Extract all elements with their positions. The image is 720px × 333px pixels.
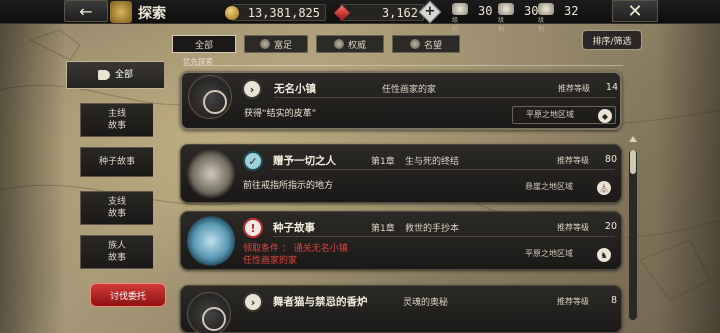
ticket-level-label: 级别: [538, 17, 545, 33]
quest-card[interactable]: ✓ 赠予一切之人 第1章 生与死的终结 推荐等级 80 前往戒指所指示的地方 悬…: [180, 144, 622, 203]
quest-region: 平原之地区域: [526, 110, 574, 119]
quest-subtitle: 救世的手抄本: [405, 224, 460, 234]
shrine-icon: ⛪: [597, 181, 611, 195]
idol-icon: [187, 149, 235, 199]
gem-counter: 3,162: [334, 4, 424, 21]
ticket-icon: [452, 3, 468, 15]
tab-authority[interactable]: 权威: [316, 35, 384, 53]
card-divider: [273, 236, 615, 237]
ticket-value: 30: [478, 4, 493, 18]
sidebar-item-clan-story[interactable]: 族人 故事: [80, 235, 153, 269]
subjugation-quest-button[interactable]: 讨伐委托: [90, 283, 166, 307]
sidebar-item-side-story[interactable]: 支线 故事: [80, 191, 153, 225]
card-divider: [273, 169, 615, 170]
recommended-level-label: 推荐等级: [557, 156, 589, 165]
alert-badge-icon: !: [243, 218, 263, 238]
explore-emblem-icon: [110, 1, 132, 23]
sidebar-item-main-story[interactable]: 主线 故事: [80, 103, 153, 137]
scroll-up-arrow-icon[interactable]: [629, 136, 637, 142]
quest-unlock-condition-detail: 任性画家的家: [243, 256, 298, 266]
fame-icon: [409, 39, 420, 49]
quest-region: 悬崖之地区域: [525, 182, 573, 191]
tab-label: 名望: [423, 40, 442, 51]
recommended-level-label: 推荐等级: [557, 297, 589, 306]
coin-icon: [225, 6, 239, 20]
authority-icon: [333, 39, 344, 49]
ticket-icon: [498, 3, 514, 15]
sidebar-item-label: 族人 故事: [107, 241, 126, 263]
seal-icon: [187, 216, 235, 266]
tab-all[interactable]: 全部: [172, 35, 236, 53]
quest-subtitle: 生与死的终结: [405, 157, 460, 167]
scrollbar-thumb[interactable]: [630, 150, 636, 174]
diamond-marker-icon: ◆: [598, 109, 612, 123]
gold-counter: 13,381,825: [225, 4, 326, 21]
right-vignette: [657, 24, 720, 333]
sidebar-item-seed-story[interactable]: 种子故事: [80, 147, 153, 177]
wealth-icon: [259, 39, 270, 49]
left-vignette: [0, 24, 66, 333]
page-title: 探索: [138, 6, 166, 22]
compass-icon: [187, 292, 231, 333]
quest-subtitle: 灵魂的奥秘: [403, 298, 449, 308]
check-badge-icon: ✓: [243, 151, 263, 171]
ticket-level-label: 级别: [452, 17, 459, 33]
sidebar-item-all[interactable]: 全部: [66, 61, 164, 89]
quest-chapter: 第1章: [371, 224, 395, 234]
tab-wealth[interactable]: 富足: [244, 35, 308, 53]
ticket-value: 32: [564, 4, 579, 18]
pointing-hand-icon: [97, 70, 110, 80]
ticket-level-label: 级别: [498, 17, 505, 33]
tab-label: 权威: [347, 40, 366, 51]
horse-rider-icon: ♞: [597, 248, 611, 262]
close-button[interactable]: ✕: [612, 0, 658, 22]
gold-value: 13,381,825: [247, 5, 320, 20]
quest-name: 种子故事: [273, 222, 315, 234]
quest-card[interactable]: ! 种子故事 第1章 救世的手抄本 推荐等级 20 领取条件 ： 通关无名小镇 …: [180, 211, 622, 270]
close-x-icon: ✕: [627, 0, 643, 22]
sidebar-item-label: 全部: [114, 70, 133, 80]
card-divider: [274, 97, 616, 98]
recommended-level-value: 80: [604, 154, 617, 165]
quest-region: 平原之地区域: [525, 249, 573, 258]
quest-name: 无名小镇: [274, 83, 316, 95]
quest-description: 前往戒指所指示的地方: [243, 181, 334, 191]
quest-subtitle: 任性画家的家: [382, 85, 437, 95]
tab-label: 全部: [194, 40, 213, 51]
quest-description: 获得“结实的皮革”: [244, 109, 317, 119]
ticket-value: 30: [524, 4, 539, 18]
quest-card[interactable]: › 无名小镇 任性画家的家 推荐等级 14 获得“结实的皮革” 平原之地区域 ◆: [180, 71, 622, 130]
arrow-left-icon: ←: [79, 1, 93, 21]
sidebar-item-label: 种子故事: [98, 157, 135, 167]
tab-fame[interactable]: 名望: [392, 35, 460, 53]
chevron-right-icon: ›: [242, 79, 262, 99]
section-divider: [183, 65, 623, 66]
sidebar-item-label: 主线 故事: [107, 109, 126, 131]
quest-name: 舞者猫与禁忌的香炉: [273, 296, 368, 308]
recommended-level-value: 14: [605, 82, 618, 93]
quest-card[interactable]: › 舞者猫与禁忌的香炉 灵魂的奥秘 推荐等级 8: [180, 285, 622, 333]
recommended-level-value: 8: [610, 295, 617, 306]
plus-icon: +: [424, 4, 436, 19]
scrollbar-track[interactable]: [629, 150, 637, 320]
quest-name: 赠予一切之人: [273, 155, 336, 167]
compass-icon: [188, 75, 232, 119]
gem-value: 3,162: [381, 5, 418, 20]
recommended-level-value: 20: [604, 221, 617, 232]
back-button[interactable]: ←: [64, 0, 108, 22]
recommended-level-label: 推荐等级: [557, 223, 589, 232]
sidebar-item-label: 支线 故事: [107, 197, 126, 219]
ticket-icon: [538, 3, 554, 15]
recommended-level-label: 推荐等级: [558, 84, 590, 93]
chevron-right-icon: ›: [243, 292, 263, 312]
sort-filter-button[interactable]: 排序/筛选: [582, 30, 642, 50]
quest-chapter: 第1章: [371, 157, 395, 167]
tab-label: 富足: [273, 40, 292, 51]
